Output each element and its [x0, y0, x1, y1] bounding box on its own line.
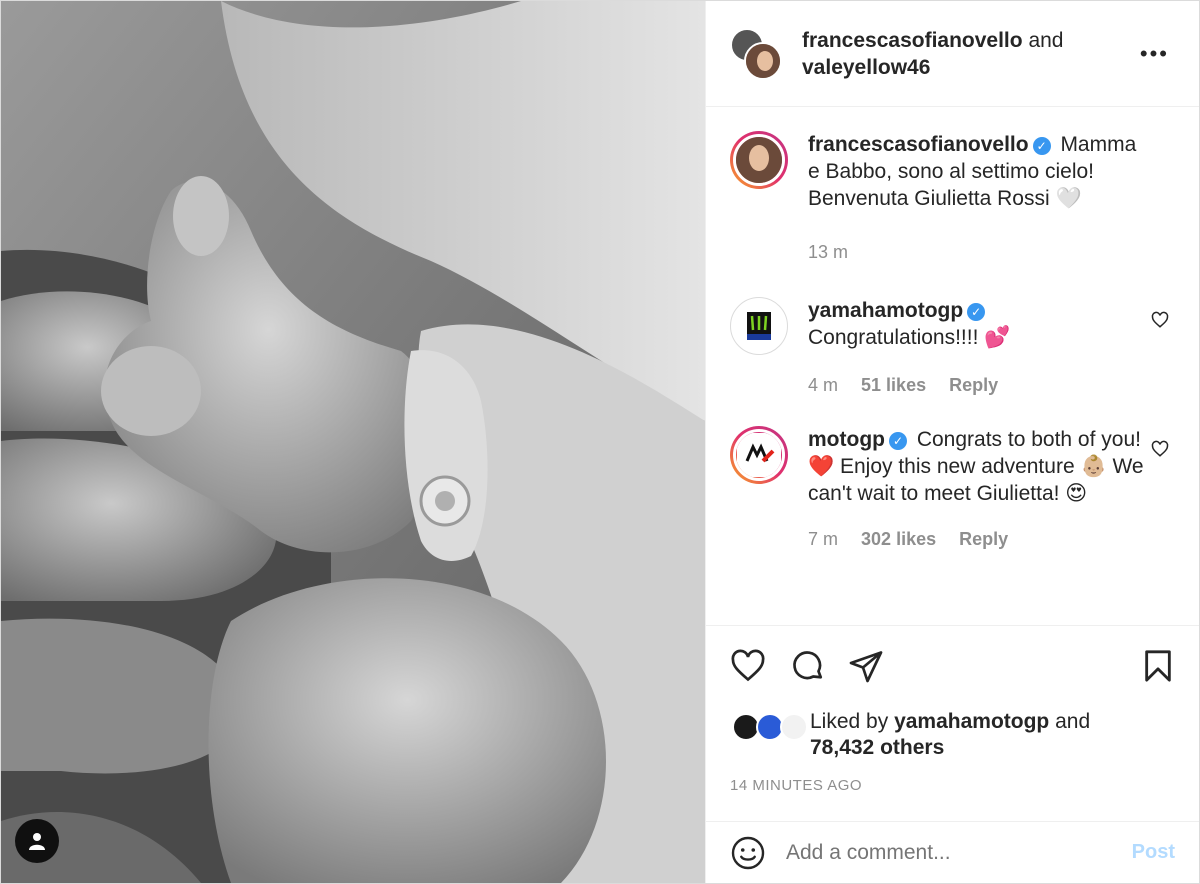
liked-by-prefix: Liked by	[810, 710, 889, 733]
comment-likes[interactable]: 302 likes	[861, 529, 936, 549]
tagged-users-button[interactable]	[15, 819, 59, 863]
avatar[interactable]	[730, 131, 788, 189]
comment: yamahamotogp ✓ Congratulations!!!! 💕 4 m …	[730, 297, 1175, 396]
liked-by: Liked by yamahamotogp and 78,432 others	[706, 709, 1199, 769]
caption-text-block: francescasofianovello ✓ Mamma e Babbo, so…	[808, 131, 1148, 212]
liked-by-others-link[interactable]: 78,432 others	[810, 736, 944, 759]
comment-time[interactable]: 4 m	[808, 375, 838, 395]
comment-icon[interactable]	[790, 648, 826, 684]
comment-likes[interactable]: 51 likes	[861, 375, 926, 395]
post-sidebar: francescasofianovello and valeyellow46 •…	[705, 1, 1199, 883]
instagram-post: francescasofianovello and valeyellow46 •…	[0, 0, 1200, 884]
comment-username[interactable]: yamahamotogp	[808, 299, 963, 322]
heart-icon[interactable]	[1151, 440, 1169, 458]
header-user1-link[interactable]: francescasofianovello	[802, 29, 1023, 52]
caption-meta: 13 m	[808, 242, 1148, 263]
caption-time[interactable]: 13 m	[808, 242, 848, 262]
yamaha-monster-logo-icon	[739, 306, 779, 346]
comment-time[interactable]: 7 m	[808, 529, 838, 549]
comment-input[interactable]	[786, 840, 1106, 865]
baby-foot-photo	[1, 1, 705, 883]
liked-by-text: Liked by yamahamotogp and 78,432 others	[810, 709, 1090, 761]
action-bar	[706, 625, 1199, 709]
post-photo	[1, 1, 705, 883]
heart-icon[interactable]	[1151, 311, 1169, 329]
post-header: francescasofianovello and valeyellow46 •…	[706, 1, 1199, 107]
collab-avatars[interactable]	[730, 27, 782, 80]
avatar[interactable]	[730, 426, 788, 484]
verified-badge-icon: ✓	[1032, 137, 1051, 155]
post-time-ago[interactable]: 14 MINUTES AGO	[706, 769, 1199, 821]
paper-plane-icon[interactable]	[848, 648, 884, 684]
avatar[interactable]	[730, 297, 788, 355]
liked-by-user-link[interactable]: yamahamotogp	[894, 710, 1049, 733]
avatar-francescasofianovello	[744, 41, 782, 80]
comment-meta: 4 m 51 likes Reply	[808, 375, 1148, 396]
comment-text-block: yamahamotogp ✓ Congratulations!!!! 💕	[808, 297, 1148, 351]
caption: francescasofianovello ✓ Mamma e Babbo, so…	[730, 131, 1175, 263]
comment-username[interactable]: motogp	[808, 428, 885, 451]
avatar	[780, 713, 808, 741]
heart-icon[interactable]	[730, 648, 766, 684]
emoji-icon[interactable]	[730, 835, 766, 871]
comment-meta: 7 m 302 likes Reply	[808, 529, 1148, 550]
user-icon	[29, 833, 45, 850]
verified-badge-icon: ✓	[888, 432, 907, 450]
comment-text: Congratulations!!!! 💕	[808, 326, 1011, 349]
caption-username[interactable]: francescasofianovello	[808, 133, 1029, 156]
motogp-logo-icon	[737, 433, 781, 477]
post-comment-button[interactable]: Post	[1132, 841, 1175, 864]
post-owners: francescasofianovello and valeyellow46	[802, 27, 1063, 81]
comment-text-block: motogp ✓ Congrats to both of you! ❤️ Enjo…	[808, 426, 1148, 507]
verified-badge-icon: ✓	[967, 303, 986, 321]
add-comment-bar: Post	[706, 821, 1199, 883]
header-joiner: and	[1028, 28, 1064, 52]
header-user2-link[interactable]: valeyellow46	[802, 56, 930, 79]
reply-button[interactable]: Reply	[959, 529, 1008, 549]
comment: motogp ✓ Congrats to both of you! ❤️ Enjo…	[730, 426, 1175, 550]
more-options-button[interactable]: •••	[1140, 41, 1169, 67]
liked-by-joiner: and	[1055, 710, 1091, 733]
reply-button[interactable]: Reply	[949, 375, 998, 395]
bookmark-icon[interactable]	[1141, 648, 1175, 684]
liked-by-avatars[interactable]	[732, 713, 812, 743]
comments-section: francescasofianovello ✓ Mamma e Babbo, so…	[706, 107, 1199, 625]
